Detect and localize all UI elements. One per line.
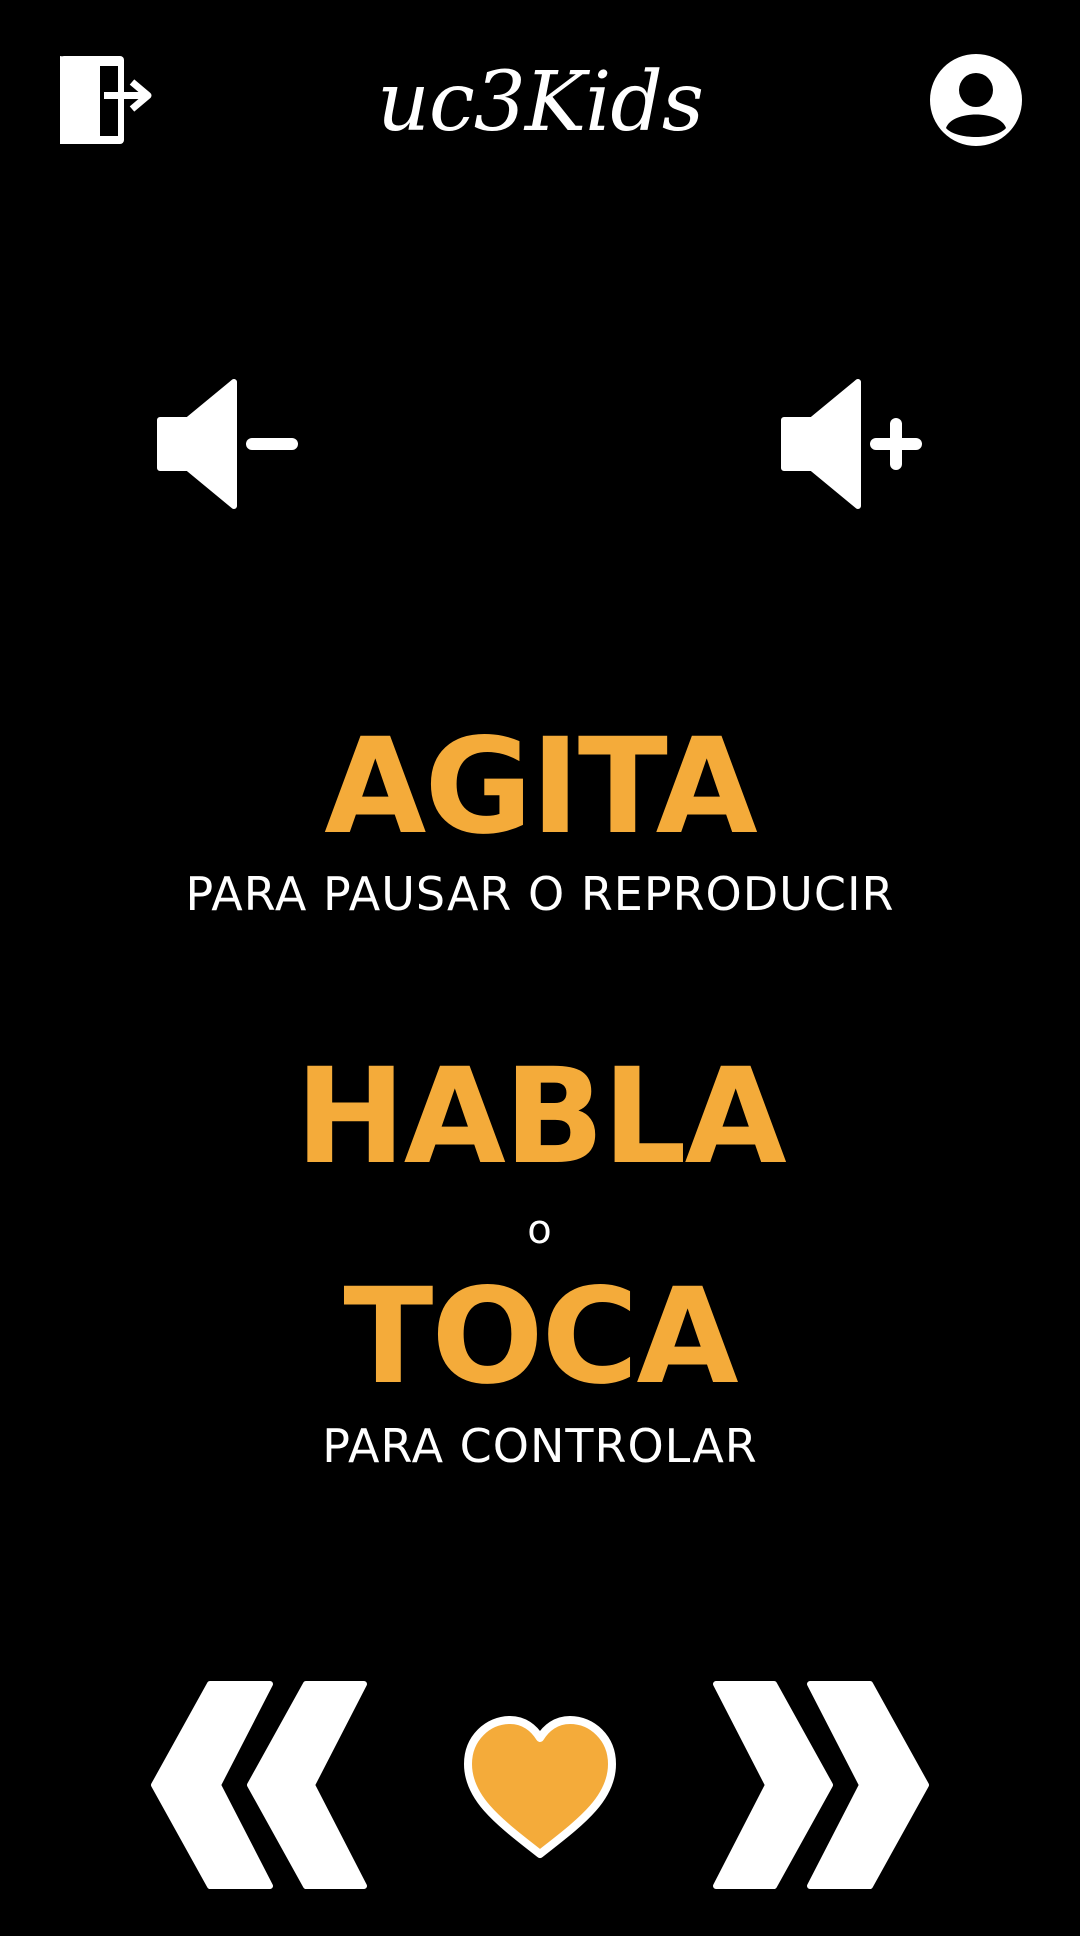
volume-up-icon: [781, 379, 922, 509]
double-chevron-right-icon: [713, 1681, 929, 1889]
instruction-separator: o: [527, 1207, 553, 1253]
volume-down-icon: [157, 379, 298, 509]
volume-up-button[interactable]: [778, 378, 928, 510]
shake-instruction-subtitle: PARA PAUSAR O REPRODUCIR: [185, 867, 895, 921]
exit-door-icon: [60, 56, 152, 144]
speak-instruction-title: HABLA: [295, 1040, 787, 1194]
touch-instruction-subtitle: PARA CONTROLAR: [322, 1419, 758, 1473]
touch-instruction-title: TOCA: [343, 1260, 738, 1414]
exit-button[interactable]: [56, 52, 152, 148]
previous-button[interactable]: [150, 1680, 370, 1890]
app-logo: uc3Kids: [377, 55, 704, 150]
user-profile-icon: [930, 54, 1022, 146]
next-button[interactable]: [710, 1680, 930, 1890]
volume-down-button[interactable]: [154, 378, 304, 510]
shake-instruction-title: AGITA: [324, 710, 758, 864]
favorite-button[interactable]: [462, 1714, 618, 1864]
heart-icon: [464, 1716, 616, 1858]
double-chevron-left-icon: [151, 1681, 367, 1889]
profile-button[interactable]: [928, 52, 1024, 148]
